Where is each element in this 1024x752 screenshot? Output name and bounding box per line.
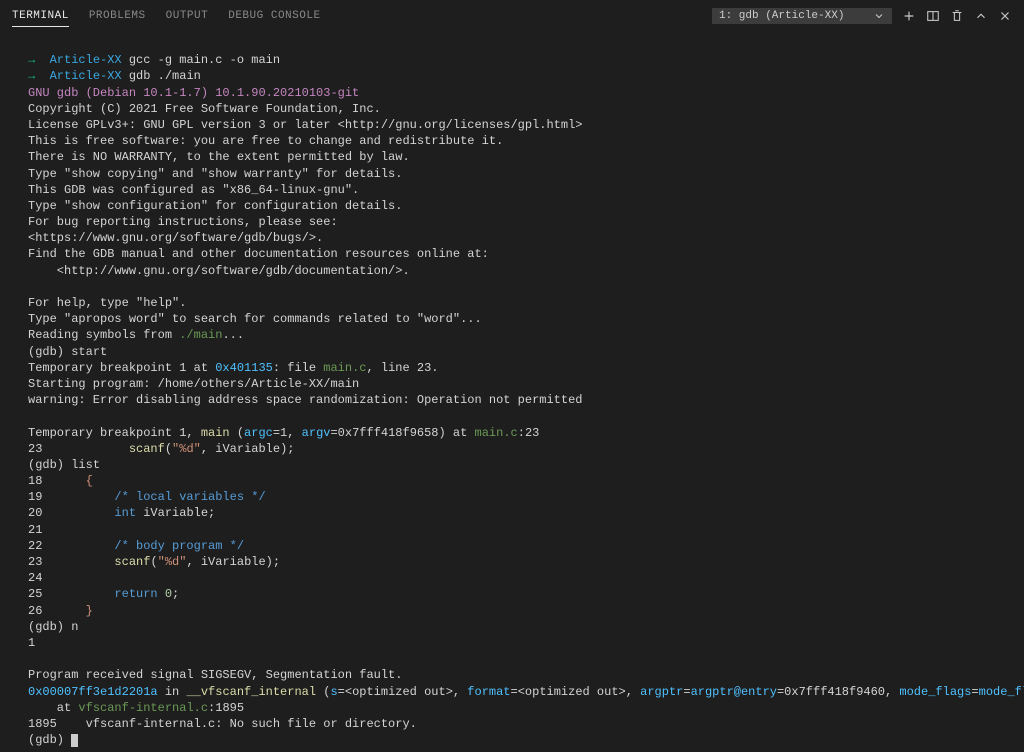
fn-vfscanf: __vfscanf_internal [186, 685, 316, 699]
starting-program: Starting program: /home/others/Article-X… [28, 377, 359, 391]
no-file-line: 1895 vfscanf-internal.c: No such file or… [28, 717, 417, 731]
gdb-copyright: Copyright (C) 2021 Free Software Foundat… [28, 102, 381, 116]
reading-path: ./main [179, 328, 222, 342]
lineno-25: 25 [28, 587, 42, 601]
terminal-selector[interactable]: 1: gdb (Article-XX) [712, 8, 892, 24]
panel-header: TERMINAL PROBLEMS OUTPUT DEBUG CONSOLE 1… [0, 0, 1024, 32]
lineno-23b: 23 [28, 555, 42, 569]
fmt-string: "%d" [172, 442, 201, 456]
gdb-n-cmd: n [71, 620, 78, 634]
tab-output[interactable]: OUTPUT [166, 6, 209, 27]
src-file: main.c [475, 426, 518, 440]
lineno-23: 23 [28, 442, 42, 456]
new-terminal-icon[interactable] [902, 9, 916, 23]
gdb-bug-url: <https://www.gnu.org/software/gdb/bugs/>… [28, 231, 323, 245]
tab-problems[interactable]: PROBLEMS [89, 6, 146, 27]
temp-bp2-text: Temporary breakpoint 1, [28, 426, 201, 440]
gdb-license: License GPLv3+: GNU GPL version 3 or lat… [28, 118, 583, 132]
fn-main: main [201, 426, 230, 440]
tab-terminal[interactable]: TERMINAL [12, 6, 69, 27]
gdb-version: GNU gdb (Debian 10.1-1.7) 10.1.90.202101… [28, 86, 359, 100]
reading-dots: ... [222, 328, 244, 342]
trash-icon[interactable] [950, 9, 964, 23]
gdb-prompt: (gdb) [28, 458, 71, 472]
param-format: format [467, 685, 510, 699]
lineno-22: 22 [28, 539, 42, 553]
gdb-free-sw: This is free software: you are free to c… [28, 134, 503, 148]
bp-address: 0x401135 [215, 361, 273, 375]
gdb-doc-url: <http://www.gnu.org/software/gdb/documen… [28, 264, 410, 278]
fn-scanf: scanf [129, 442, 165, 456]
param-argptr: argptr [640, 685, 683, 699]
gdb-list-cmd: list [71, 458, 100, 472]
warning-line: warning: Error disabling address space r… [28, 393, 583, 407]
gdb-bug-report: For bug reporting instructions, please s… [28, 215, 338, 229]
param-argv: argv [302, 426, 331, 440]
chevron-up-icon[interactable] [974, 9, 988, 23]
reading-symbols: Reading symbols from [28, 328, 179, 342]
lineno-18: 18 [28, 474, 42, 488]
tab-debug-console[interactable]: DEBUG CONSOLE [228, 6, 320, 27]
panel-tabs: TERMINAL PROBLEMS OUTPUT DEBUG CONSOLE [12, 6, 321, 27]
chevron-down-icon [873, 10, 885, 22]
fn-scanf: scanf [114, 555, 150, 569]
gdb-prompt: (gdb) [28, 733, 71, 747]
shell-cmd-1: gcc -g main.c -o main [129, 53, 280, 67]
gdb-find-manual: Find the GDB manual and other documentat… [28, 247, 489, 261]
prompt-context: Article-XX [50, 53, 122, 67]
user-input-1: 1 [28, 636, 35, 650]
keyword-int: int [114, 506, 136, 520]
src-file-vfscanf: vfscanf-internal.c [78, 701, 208, 715]
keyword-return: return [114, 587, 157, 601]
shell-cmd-2: gdb ./main [129, 69, 201, 83]
terminal-output[interactable]: → Article-XX gcc -g main.c -o main → Art… [0, 32, 1024, 752]
gdb-configured: This GDB was configured as "x86_64-linux… [28, 183, 359, 197]
sigsegv-line: Program received signal SIGSEGV, Segment… [28, 668, 402, 682]
gdb-no-warranty: There is NO WARRANTY, to the extent perm… [28, 150, 410, 164]
param-argc: argc [244, 426, 273, 440]
prompt-arrow: → [28, 53, 35, 67]
gdb-prompt: (gdb) [28, 620, 71, 634]
fault-address: 0x00007ff3e1d2201a [28, 685, 158, 699]
lineno-19: 19 [28, 490, 42, 504]
gdb-show-config: Type "show configuration" for configurat… [28, 199, 402, 213]
gdb-apropos: Type "apropos word" to search for comman… [28, 312, 482, 326]
gdb-show-copying: Type "show copying" and "show warranty" … [28, 167, 402, 181]
close-icon[interactable] [998, 9, 1012, 23]
prompt-arrow: → [28, 69, 35, 83]
bp-file: main.c [323, 361, 366, 375]
comment-locals: /* local variables */ [42, 490, 265, 504]
gdb-help: For help, type "help". [28, 296, 186, 310]
prompt-context: Article-XX [50, 69, 122, 83]
param-s: s [330, 685, 337, 699]
terminal-selector-label: 1: gdb (Article-XX) [719, 10, 844, 22]
lineno-21: 21 [28, 523, 42, 537]
temp-bp-text: Temporary breakpoint 1 at [28, 361, 215, 375]
comment-body: /* body program */ [42, 539, 244, 553]
gdb-start-cmd: start [71, 345, 107, 359]
lineno-20: 20 [28, 506, 42, 520]
lineno-24: 24 [28, 571, 42, 585]
gdb-prompt: (gdb) [28, 345, 71, 359]
param-mode-flags: mode_flags [899, 685, 971, 699]
terminal-cursor [71, 734, 78, 747]
panel-header-actions: 1: gdb (Article-XX) [712, 8, 1012, 24]
split-terminal-icon[interactable] [926, 9, 940, 23]
